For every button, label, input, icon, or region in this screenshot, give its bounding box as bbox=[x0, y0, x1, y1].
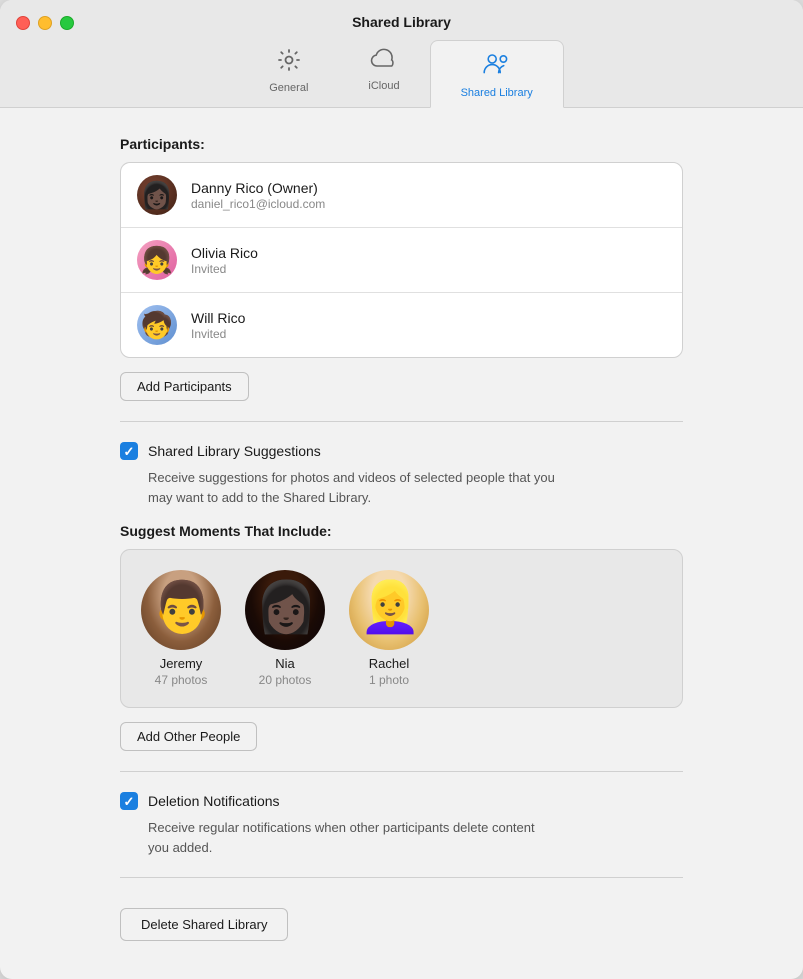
tab-icloud-label: iCloud bbox=[368, 80, 399, 92]
add-participants-button[interactable]: Add Participants bbox=[120, 372, 249, 401]
section-divider bbox=[120, 421, 683, 422]
participant-info: Will Rico Invited bbox=[191, 310, 666, 341]
maximize-button[interactable] bbox=[60, 16, 74, 30]
participant-info: Danny Rico (Owner) daniel_rico1@icloud.c… bbox=[191, 180, 666, 211]
table-row[interactable]: 🧒 Will Rico Invited bbox=[121, 293, 682, 357]
deletion-checkbox[interactable]: ✓ bbox=[120, 792, 138, 810]
gear-icon bbox=[277, 48, 301, 78]
app-window: Shared Library General bbox=[0, 0, 803, 979]
title-bar: Shared Library General bbox=[0, 0, 803, 108]
participants-list: 👩🏿 Danny Rico (Owner) daniel_rico1@iclou… bbox=[120, 162, 683, 358]
participant-info: Olivia Rico Invited bbox=[191, 245, 666, 276]
avatar: 👧 bbox=[137, 240, 177, 280]
traffic-lights bbox=[16, 16, 74, 30]
list-item[interactable]: Jeremy 47 photos bbox=[141, 570, 221, 687]
participants-label: Participants: bbox=[120, 136, 683, 152]
close-button[interactable] bbox=[16, 16, 30, 30]
tab-bar: General iCloud bbox=[239, 40, 563, 107]
participant-name: Olivia Rico bbox=[191, 245, 666, 261]
list-item[interactable]: Nia 20 photos bbox=[245, 570, 325, 687]
add-other-people-button[interactable]: Add Other People bbox=[120, 722, 257, 751]
participant-status: Invited bbox=[191, 262, 666, 276]
avatar: 👩🏿 bbox=[137, 175, 177, 215]
checkmark-icon: ✓ bbox=[124, 795, 135, 808]
participant-email: daniel_rico1@icloud.com bbox=[191, 197, 666, 211]
tab-icloud[interactable]: iCloud bbox=[338, 40, 429, 107]
main-content: Participants: 👩🏿 Danny Rico (Owner) dani… bbox=[0, 108, 803, 979]
person-name: Jeremy bbox=[160, 656, 203, 671]
list-item[interactable]: Rachel 1 photo bbox=[349, 570, 429, 687]
participant-status: Invited bbox=[191, 327, 666, 341]
suggestions-checkbox-label: Shared Library Suggestions bbox=[148, 443, 321, 459]
tab-general-label: General bbox=[269, 82, 308, 94]
section-divider-2 bbox=[120, 771, 683, 772]
person-name: Rachel bbox=[369, 656, 409, 671]
person-name: Nia bbox=[275, 656, 295, 671]
checkmark-icon: ✓ bbox=[124, 445, 135, 458]
tab-shared-library-label: Shared Library bbox=[461, 87, 533, 99]
section-divider-3 bbox=[120, 877, 683, 878]
table-row[interactable]: 👧 Olivia Rico Invited bbox=[121, 228, 682, 293]
person-count: 20 photos bbox=[259, 673, 312, 687]
tab-shared-library[interactable]: Shared Library bbox=[430, 40, 564, 108]
person-photo-nia bbox=[245, 570, 325, 650]
person-photo-jeremy bbox=[141, 570, 221, 650]
suggestions-checkbox-row: ✓ Shared Library Suggestions bbox=[120, 442, 683, 460]
minimize-button[interactable] bbox=[38, 16, 52, 30]
table-row[interactable]: 👩🏿 Danny Rico (Owner) daniel_rico1@iclou… bbox=[121, 163, 682, 228]
participant-name: Danny Rico (Owner) bbox=[191, 180, 666, 196]
deletion-description: Receive regular notifications when other… bbox=[148, 818, 683, 857]
avatar: 🧒 bbox=[137, 305, 177, 345]
suggestions-checkbox[interactable]: ✓ bbox=[120, 442, 138, 460]
suggestions-description: Receive suggestions for photos and video… bbox=[148, 468, 683, 507]
deletion-checkbox-row: ✓ Deletion Notifications bbox=[120, 792, 683, 810]
person-count: 47 photos bbox=[155, 673, 208, 687]
people-grid: Jeremy 47 photos Nia 20 photos Rachel 1 … bbox=[120, 549, 683, 708]
cloud-icon bbox=[370, 48, 398, 76]
suggest-moments-label: Suggest Moments That Include: bbox=[120, 523, 683, 539]
participant-name: Will Rico bbox=[191, 310, 666, 326]
person-count: 1 photo bbox=[369, 673, 409, 687]
shared-library-icon bbox=[481, 49, 513, 83]
window-title: Shared Library bbox=[352, 14, 451, 30]
delete-shared-library-button[interactable]: Delete Shared Library bbox=[120, 908, 288, 941]
deletion-checkbox-label: Deletion Notifications bbox=[148, 793, 280, 809]
tab-general[interactable]: General bbox=[239, 40, 338, 107]
person-photo-rachel bbox=[349, 570, 429, 650]
